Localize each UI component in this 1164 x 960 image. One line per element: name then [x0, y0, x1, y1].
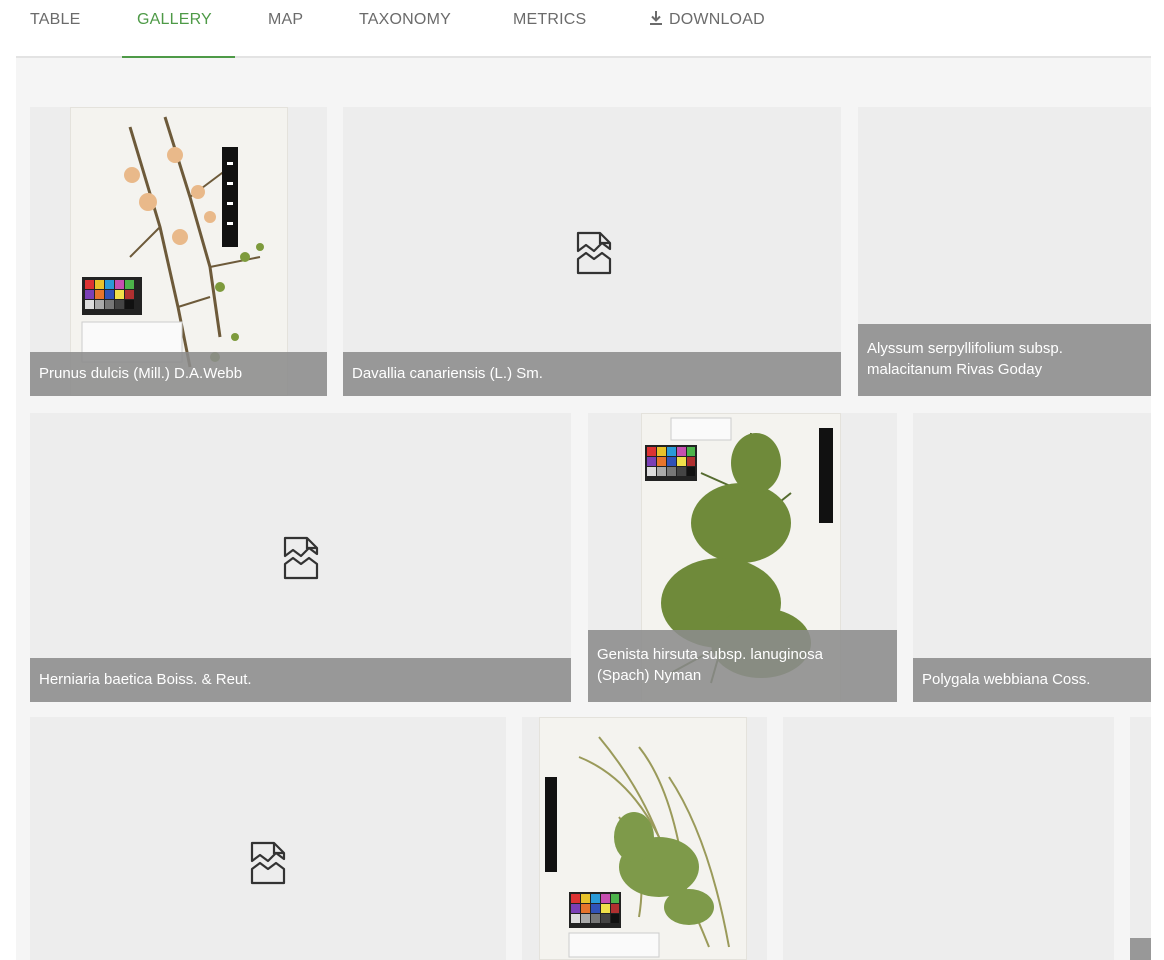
- gallery-item[interactable]: Polygala webbiana Coss.: [913, 413, 1151, 702]
- gallery-item[interactable]: Alyssum serpyllifolium subsp. malacitanu…: [858, 107, 1151, 396]
- item-caption: Alyssum serpyllifolium subsp. malacitanu…: [858, 324, 1151, 396]
- gallery-item[interactable]: [522, 717, 767, 960]
- download-icon: [649, 2, 663, 25]
- gallery-item[interactable]: Prunus dulcis (Mill.) D.A.Webb: [30, 107, 327, 396]
- item-caption: Davallia canariensis (L.) Sm.: [343, 352, 841, 396]
- tab-metrics[interactable]: METRICS: [513, 0, 586, 56]
- item-caption: [1130, 938, 1151, 960]
- tab-gallery[interactable]: GALLERY: [122, 0, 235, 58]
- item-caption: Genista hirsuta subsp. lanuginosa (Spach…: [588, 630, 897, 702]
- tab-taxonomy[interactable]: TAXONOMY: [359, 0, 451, 56]
- item-caption: Prunus dulcis (Mill.) D.A.Webb: [30, 352, 327, 396]
- gallery-item[interactable]: Davallia canariensis (L.) Sm.: [343, 107, 841, 396]
- broken-image-icon: [250, 841, 286, 885]
- gallery-item[interactable]: Genista hirsuta subsp. lanuginosa (Spach…: [588, 413, 897, 702]
- item-caption: Herniaria baetica Boiss. & Reut.: [30, 658, 571, 702]
- view-tabs: TABLE GALLERY MAP TAXONOMY METRICS DOWNL…: [16, 0, 1151, 58]
- gallery-item[interactable]: Herniaria baetica Boiss. & Reut.: [30, 413, 571, 702]
- gallery-item[interactable]: [30, 717, 506, 960]
- gallery-item[interactable]: [783, 717, 1114, 960]
- tab-map[interactable]: MAP: [268, 0, 303, 56]
- tab-table[interactable]: TABLE: [30, 0, 81, 56]
- gallery-grid: Prunus dulcis (Mill.) D.A.Webb Davallia …: [16, 58, 1151, 960]
- specimen-image: [539, 717, 747, 960]
- broken-image-icon: [283, 536, 319, 580]
- gallery-item[interactable]: [1130, 717, 1151, 960]
- item-caption: Polygala webbiana Coss.: [913, 658, 1151, 702]
- tab-download[interactable]: DOWNLOAD: [649, 0, 765, 56]
- tab-download-label: DOWNLOAD: [669, 11, 765, 28]
- broken-image-icon: [576, 231, 612, 275]
